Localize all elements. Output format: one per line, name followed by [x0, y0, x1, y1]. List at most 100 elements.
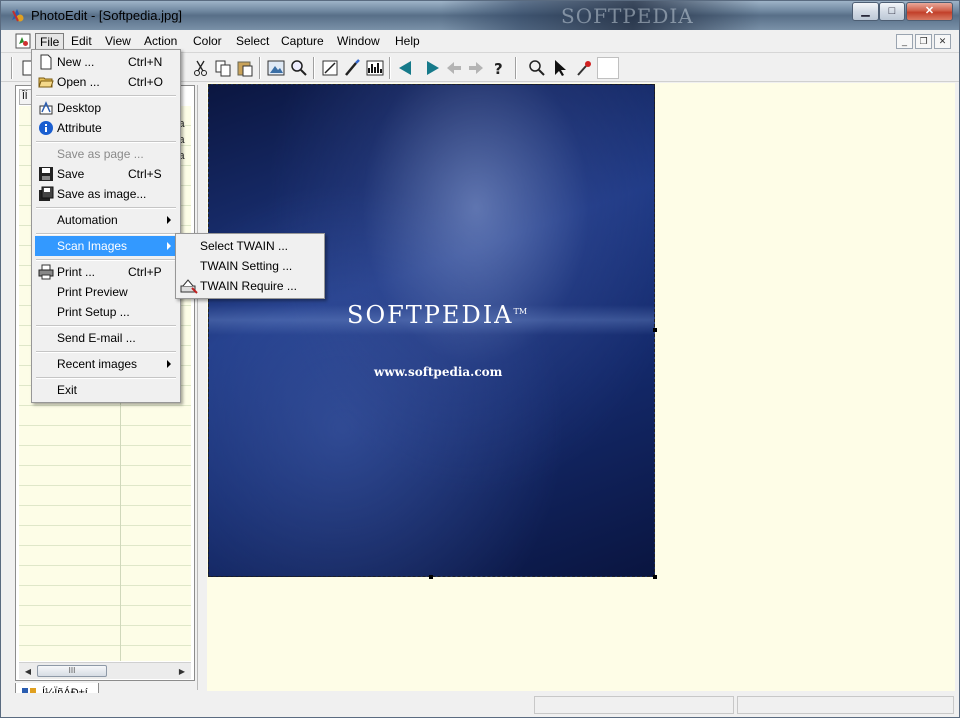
menu-separator — [36, 95, 176, 97]
cut-icon[interactable] — [191, 58, 211, 78]
softpedia-image[interactable]: SOFTPEDIATM www.softpedia.com — [208, 84, 655, 577]
menu-item-label: Exit — [57, 383, 78, 397]
menu-item-label: Select TWAIN ... — [200, 239, 289, 253]
menu-item-label: New ... — [57, 55, 95, 69]
magnifier-icon[interactable] — [527, 58, 547, 78]
menu-item-label: Recent images — [57, 357, 138, 371]
menu-item-label: Desktop — [57, 101, 102, 115]
pointer-icon[interactable] — [550, 58, 570, 78]
panel-splitter[interactable] — [197, 85, 205, 690]
eyedropper-icon[interactable] — [574, 58, 594, 78]
photoedit-app-icon — [12, 9, 24, 22]
menu-item-print-setup[interactable]: Print Setup ... — [35, 302, 177, 322]
submenu-arrow-icon — [167, 216, 171, 224]
histogram-icon[interactable] — [365, 58, 385, 78]
menu-color[interactable]: Color — [189, 33, 226, 51]
document-canvas[interactable]: SOFTPEDIATM www.softpedia.com — [207, 83, 955, 691]
horizontal-scrollbar[interactable]: ◀ III ▶ — [19, 662, 191, 679]
menu-separator — [36, 377, 176, 379]
forward-arrow-icon[interactable] — [421, 58, 441, 78]
menu-item-label: Print Setup ... — [57, 305, 130, 319]
menu-item-label: Attribute — [57, 121, 102, 135]
menu-separator — [36, 351, 176, 353]
menu-item-exit[interactable]: Exit — [35, 380, 177, 400]
selection-handle[interactable] — [653, 328, 657, 332]
submenu-arrow-icon — [167, 242, 171, 250]
menu-item-twain-setting[interactable]: TWAIN Setting ... — [179, 256, 321, 276]
scroll-left-arrow-icon[interactable]: ◀ — [21, 665, 35, 678]
mdi-minimize-button[interactable]: _ — [896, 34, 913, 49]
save-icon — [39, 167, 53, 181]
menu-capture[interactable]: Capture — [277, 33, 328, 51]
crop-icon[interactable] — [320, 58, 340, 78]
menu-item-shortcut: Ctrl+N — [128, 55, 163, 69]
menu-item-save[interactable]: Save Ctrl+S — [35, 164, 177, 184]
toolbar-separator — [515, 57, 517, 79]
menu-item-print-preview[interactable]: Print Preview — [35, 282, 177, 302]
menu-item-open[interactable]: Open ... Ctrl+O — [35, 72, 177, 92]
menu-item-select-twain[interactable]: Select TWAIN ... — [179, 236, 321, 256]
menu-item-send-email[interactable]: Send E-mail ... — [35, 328, 177, 348]
color-swatch[interactable] — [597, 57, 619, 79]
menu-item-label: Scan Images — [57, 239, 128, 253]
status-pane — [737, 696, 954, 714]
close-button[interactable]: ✕ — [906, 2, 953, 21]
brush-icon[interactable] — [342, 58, 362, 78]
menu-item-new[interactable]: New ... Ctrl+N — [35, 52, 177, 72]
toolbar-separator — [389, 57, 391, 79]
menu-item-print[interactable]: Print ... Ctrl+P — [35, 262, 177, 282]
menu-item-desktop[interactable]: Desktop — [35, 98, 177, 118]
menu-help[interactable]: Help — [391, 33, 424, 51]
menu-item-label: Send E-mail ... — [57, 331, 136, 345]
scanner-icon — [180, 279, 198, 294]
menu-item-twain-require[interactable]: TWAIN Require ... — [179, 276, 321, 296]
open-folder-icon — [38, 77, 54, 88]
help-icon[interactable]: ? — [489, 58, 509, 78]
image-brand-text: SOFTPEDIATM — [347, 301, 528, 329]
info-icon — [39, 121, 53, 135]
menu-item-automation[interactable]: Automation — [35, 210, 177, 230]
scroll-right-arrow-icon[interactable]: ▶ — [175, 665, 189, 678]
menu-separator — [36, 207, 176, 209]
redo-arrow-icon[interactable] — [466, 58, 486, 78]
file-menu: New ... Ctrl+N Open ... Ctrl+O Desktop A… — [31, 49, 181, 403]
menu-item-label: Save — [57, 167, 85, 181]
menu-separator — [36, 141, 176, 143]
scroll-thumb[interactable]: III — [37, 665, 107, 677]
menu-separator — [36, 259, 176, 261]
image-url-text: www.softpedia.com — [374, 365, 503, 379]
mdi-restore-button[interactable]: ❐ — [915, 34, 932, 49]
status-pane — [534, 696, 734, 714]
menu-select[interactable]: Select — [232, 33, 273, 51]
menu-separator — [36, 325, 176, 327]
toolbar-separator — [313, 57, 315, 79]
menu-item-save-as-page: Save as page ... — [35, 144, 177, 164]
menu-item-label: Save as page ... — [57, 147, 144, 161]
zoom-image-icon[interactable] — [289, 58, 309, 78]
copy-icon[interactable] — [213, 58, 233, 78]
menu-item-shortcut: Ctrl+P — [128, 265, 162, 279]
paste-icon[interactable] — [235, 58, 255, 78]
maximize-button[interactable]: □ — [879, 2, 905, 21]
mdi-close-button[interactable]: ✕ — [934, 34, 951, 49]
menu-separator — [36, 233, 176, 235]
menu-window[interactable]: Window — [333, 33, 384, 51]
document-icon[interactable] — [15, 33, 31, 49]
menu-item-scan-images[interactable]: Scan Images — [35, 236, 177, 256]
save-as-image-icon — [39, 186, 54, 201]
undo-arrow-icon[interactable] — [444, 58, 464, 78]
selection-handle[interactable] — [429, 575, 433, 579]
selection-handle[interactable] — [653, 575, 657, 579]
minimize-button[interactable]: ▁ — [852, 2, 879, 21]
menu-item-shortcut: Ctrl+S — [128, 167, 162, 181]
menu-item-save-as-image[interactable]: Save as image... — [35, 184, 177, 204]
back-arrow-icon[interactable] — [397, 58, 417, 78]
submenu-arrow-icon — [167, 360, 171, 368]
menu-item-label: TWAIN Require ... — [200, 279, 297, 293]
image-view-icon[interactable] — [266, 58, 286, 78]
menu-item-recent-images[interactable]: Recent images — [35, 354, 177, 374]
title-bar[interactable]: SOFTPEDIA PhotoEdit - [Softpedia.jpg] ▁ … — [1, 1, 959, 30]
menu-item-label: TWAIN Setting ... — [200, 259, 293, 273]
desktop-icon — [39, 101, 53, 115]
menu-item-attribute[interactable]: Attribute — [35, 118, 177, 138]
